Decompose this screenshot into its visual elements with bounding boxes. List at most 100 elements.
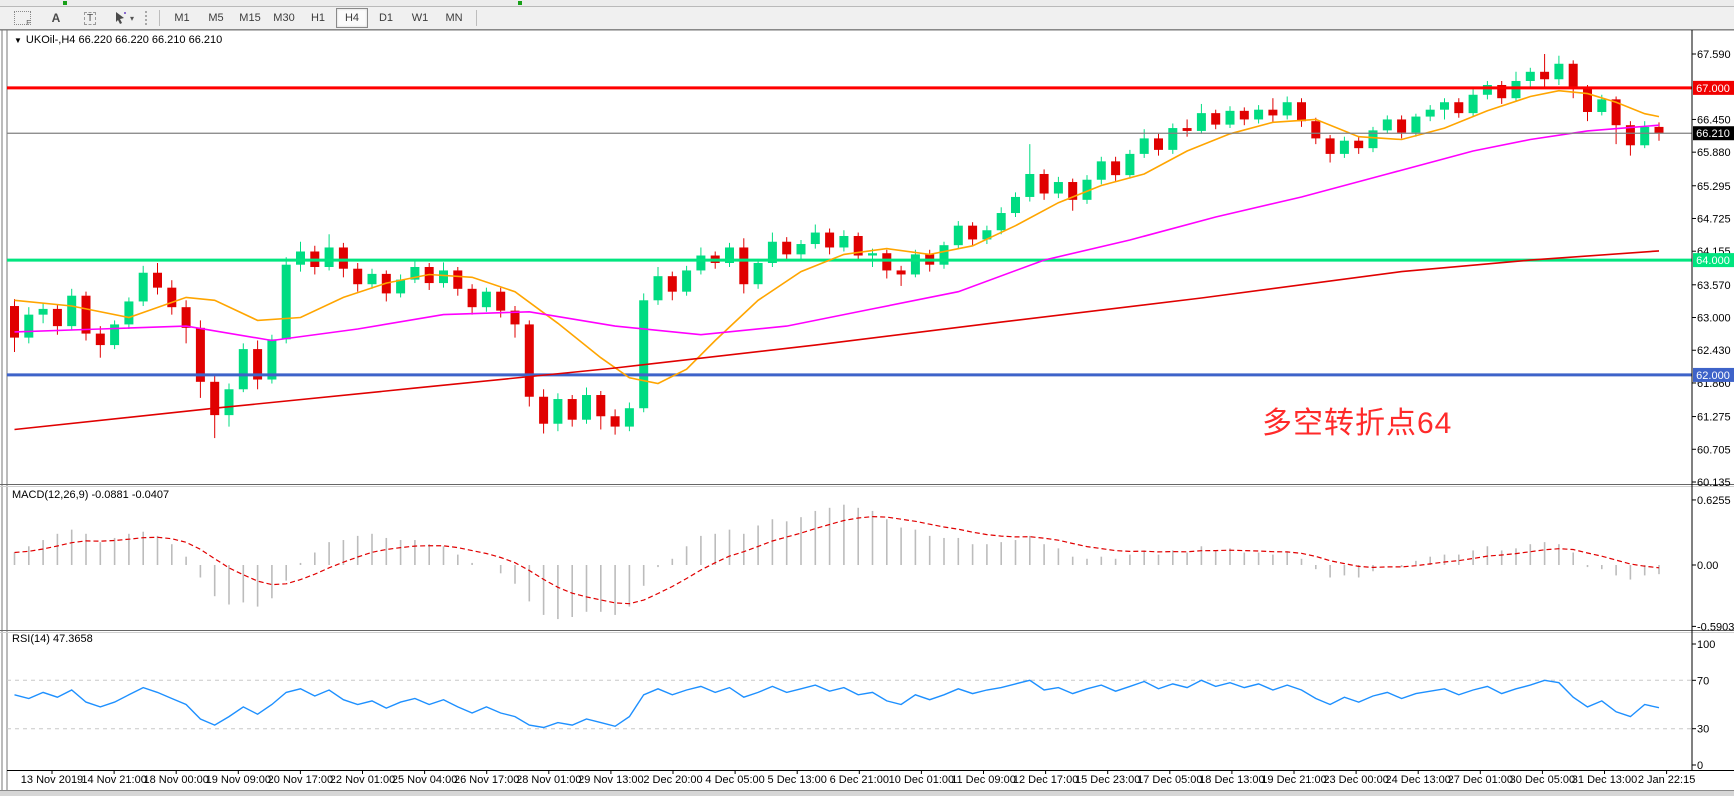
time-tick-label: 2 Jan 22:15 <box>1638 774 1696 786</box>
chart-collapse-caret-icon[interactable]: ▼ <box>14 36 22 45</box>
candle-body <box>1554 64 1563 80</box>
candle-body <box>639 300 648 408</box>
rsi-line <box>15 680 1660 727</box>
candle-body <box>1426 110 1435 117</box>
candle-body <box>110 324 119 345</box>
candle-body <box>954 226 963 246</box>
candle-body <box>739 247 748 284</box>
candle-body <box>1154 138 1163 149</box>
price-tick-label: 66.450 <box>1697 114 1731 126</box>
time-tick-label: 18 Dec 13:00 <box>1199 774 1264 786</box>
candle-body <box>468 289 477 307</box>
candle-body <box>67 296 76 326</box>
price-tick-label: 65.880 <box>1697 147 1731 159</box>
time-tick-label: 15 Dec 23:00 <box>1075 774 1140 786</box>
candle-body <box>1226 111 1235 125</box>
time-tick-label: 2 Dec 20:00 <box>643 774 702 786</box>
candle-body <box>1183 128 1192 131</box>
time-tick-label: 31 Dec 13:00 <box>1572 774 1637 786</box>
time-tick-label: 13 Nov 2019 <box>21 774 83 786</box>
candle-body <box>1240 111 1249 120</box>
candle-body <box>482 292 491 308</box>
time-tick-label: 17 Dec 05:00 <box>1137 774 1202 786</box>
time-tick-label: 18 Nov 00:00 <box>143 774 208 786</box>
macd-level-label: 0.00 <box>1697 560 1718 572</box>
candle-body <box>1454 102 1463 113</box>
price-tick-label: 60.135 <box>1697 477 1731 489</box>
candle-body <box>1340 141 1349 154</box>
candle-body <box>39 309 48 315</box>
candle-body <box>825 233 834 248</box>
chart-legend: ▼UKOil-,H4 66.220 66.220 66.210 66.210 <box>14 34 222 46</box>
candle-body <box>10 306 19 338</box>
candle-body <box>1111 161 1120 175</box>
candle-body <box>396 280 405 294</box>
candle-body <box>24 315 33 338</box>
price-badge-label: 66.210 <box>1696 128 1730 140</box>
candle-body <box>439 270 448 283</box>
candle-body <box>1655 127 1664 133</box>
time-tick-label: 14 Nov 21:00 <box>81 774 146 786</box>
candle-body <box>1526 72 1535 81</box>
candle-body <box>1283 102 1292 115</box>
candle-body <box>797 244 806 254</box>
candle-body <box>1054 182 1063 193</box>
price-tick-label: 62.430 <box>1697 345 1731 357</box>
candle-body <box>1168 128 1177 150</box>
time-tick-label: 30 Dec 05:00 <box>1510 774 1575 786</box>
candle-body <box>1311 121 1320 138</box>
price-tick-label: 63.000 <box>1697 313 1731 325</box>
candle-body <box>1640 127 1649 145</box>
candle-body <box>124 301 133 324</box>
candle-body <box>1297 102 1306 121</box>
candle-body <box>53 309 62 326</box>
candle-body <box>282 265 291 340</box>
candle-body <box>868 253 877 255</box>
rsi-indicator-label: RSI(14) 47.3658 <box>12 633 93 645</box>
candle-body <box>325 247 334 267</box>
price-tick-label: 65.295 <box>1697 181 1731 193</box>
candle-body <box>582 395 591 420</box>
candle-body <box>1469 95 1478 113</box>
rsi-level-label: 70 <box>1697 675 1709 687</box>
candle-body <box>596 395 605 416</box>
time-tick-label: 5 Dec 13:00 <box>768 774 827 786</box>
candle-body <box>811 233 820 244</box>
candle-body <box>182 307 191 328</box>
time-tick-label: 6 Dec 21:00 <box>830 774 889 786</box>
candle-body <box>682 270 691 291</box>
candle-body <box>368 274 377 284</box>
candle-body <box>754 263 763 284</box>
candle-body <box>839 236 848 247</box>
candle-body <box>139 273 148 302</box>
candle-body <box>1326 138 1335 154</box>
candle-body <box>296 251 305 264</box>
macd-level-label: -0.5903 <box>1697 621 1734 633</box>
candle-body <box>897 270 906 274</box>
candle-body <box>1268 110 1277 116</box>
candle-body <box>496 292 505 311</box>
candle-body <box>1540 72 1549 79</box>
chart-canvas[interactable]: 67.59066.45065.88065.29564.72564.15563.5… <box>0 0 1734 795</box>
time-tick-label: 25 Nov 04:00 <box>392 774 457 786</box>
candle-body <box>1040 174 1049 194</box>
candle-body <box>668 276 677 292</box>
time-tick-label: 19 Nov 09:00 <box>206 774 271 786</box>
time-tick-label: 27 Dec 01:00 <box>1448 774 1513 786</box>
candle-body <box>1025 174 1034 197</box>
candle-body <box>225 389 234 415</box>
candle-body <box>568 399 577 420</box>
price-tick-label: 61.275 <box>1697 412 1731 424</box>
price-tick-label: 67.590 <box>1697 49 1731 61</box>
candle-body <box>1140 138 1149 154</box>
time-tick-label: 23 Dec 00:00 <box>1323 774 1388 786</box>
rsi-level-label: 100 <box>1697 639 1715 651</box>
chart-annotation-text: 多空转折点64 <box>1262 398 1452 442</box>
candle-body <box>1354 141 1363 148</box>
candle-body <box>1254 110 1263 120</box>
time-tick-label: 24 Dec 13:00 <box>1385 774 1450 786</box>
price-tick-label: 60.705 <box>1697 444 1731 456</box>
candle-body <box>1569 64 1578 89</box>
candle-body <box>453 270 462 288</box>
candle-body <box>525 324 534 396</box>
